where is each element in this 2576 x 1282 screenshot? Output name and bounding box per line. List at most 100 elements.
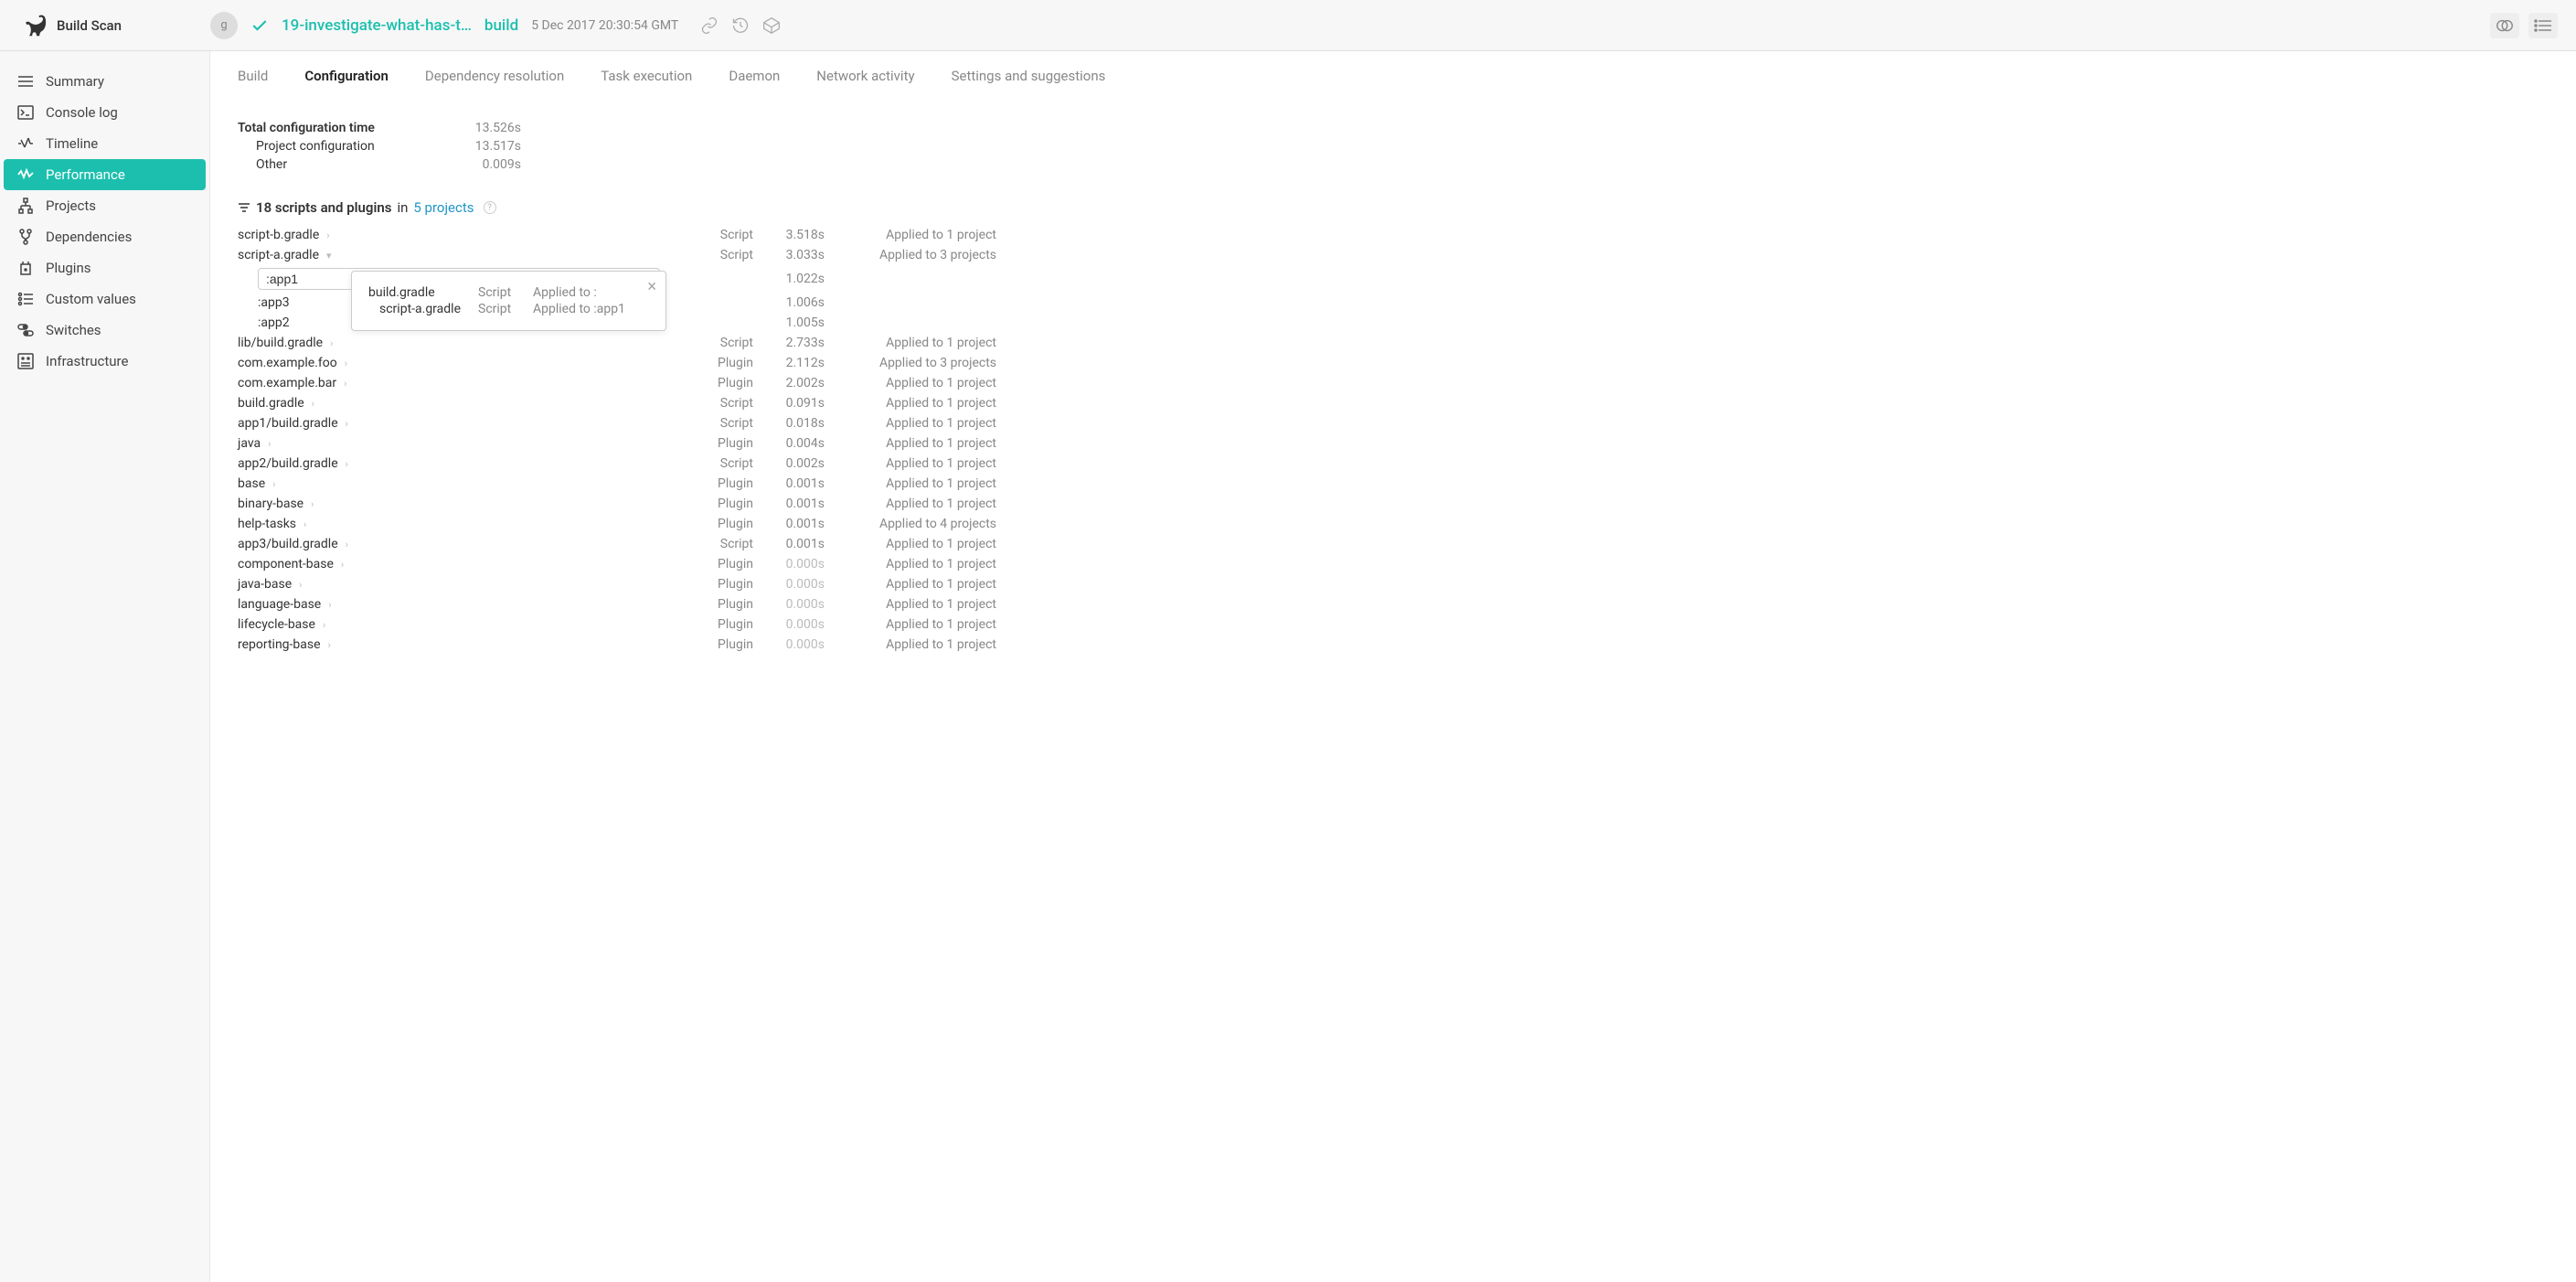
tab-configuration[interactable]: Configuration [304,68,389,84]
row-type: Plugin [698,497,753,511]
row-time: 1.006s [761,295,825,310]
table-row[interactable]: build.gradle›Script0.091sApplied to 1 pr… [238,393,996,413]
sidebar-item-label: Summary [46,73,104,90]
sidebar-item-plugins[interactable]: Plugins [4,252,206,283]
scan-date: 5 Dec 2017 20:30:54 GMT [531,18,678,33]
sidebar-item-switches[interactable]: Switches [4,315,206,346]
check-icon [250,16,269,35]
table-row[interactable]: java›Plugin0.004sApplied to 1 project [238,433,996,454]
compare-button[interactable] [2490,13,2519,38]
table-row[interactable]: lifecycle-base›Plugin0.000sApplied to 1 … [238,614,996,635]
projects-link[interactable]: 5 projects [413,199,474,216]
sidebar-item-label: Dependencies [46,229,132,245]
table-row[interactable]: lib/build.gradle›Script2.733sApplied to … [238,333,996,353]
row-name: reporting-base› [238,637,691,652]
scan-title[interactable]: 19-investigate-what-has-t… [282,16,472,35]
row-time: 0.000s [761,557,825,572]
table-row[interactable]: com.example.foo›Plugin2.112sApplied to 3… [238,353,996,373]
main: Build Configuration Dependency resolution T… [210,51,2576,1282]
tab-settings-and-suggestions[interactable]: Settings and suggestions [952,68,1106,84]
sidebar-icon [16,134,35,153]
sidebar-item-summary[interactable]: Summary [4,66,206,97]
row-time: 0.000s [761,637,825,652]
tab-network-activity[interactable]: Network activity [816,68,914,84]
scan-build-label[interactable]: build [484,16,518,35]
row-name: java-base› [238,577,691,592]
table-row[interactable]: com.example.bar›Plugin2.002sApplied to 1… [238,373,996,393]
history-icon[interactable] [731,16,750,35]
top-right-buttons [2490,13,2558,38]
row-type: Plugin [698,376,753,390]
row-time: 3.033s [761,248,825,262]
tab-task-execution[interactable]: Task execution [601,68,692,84]
table-row[interactable]: reporting-base›Plugin0.000sApplied to 1 … [238,635,996,655]
chevron-right-icon: › [323,619,325,631]
row-type: Script [698,336,753,350]
chevron-right-icon: › [328,599,331,611]
row-time: 0.000s [761,597,825,612]
row-name: app3/build.gradle› [238,537,691,551]
popover-name: build.gradle [368,285,478,300]
layout: SummaryConsole logTimelinePerformancePro… [0,51,2576,1282]
table-row[interactable]: script-a.gradle▾Script3.033sApplied to 3… [238,245,996,265]
row-name: help-tasks› [238,517,691,531]
row-name: com.example.foo› [238,356,691,370]
row-applied: Applied to 1 project [832,617,996,632]
help-icon[interactable]: ? [484,201,496,214]
table-row[interactable]: help-tasks›Plugin0.001sApplied to 4 proj… [238,514,996,534]
title-area: g 19-investigate-what-has-t… build 5 Dec… [210,12,2490,39]
metric-project: Project configuration 13.517s [238,137,521,155]
cube-icon[interactable] [762,16,781,35]
table-row[interactable]: base›Plugin0.001sApplied to 1 project [238,474,996,494]
row-applied: Applied to 1 project [832,597,996,612]
sidebar-item-performance[interactable]: Performance [4,159,206,190]
sidebar-item-infrastructure[interactable]: Infrastructure [4,346,206,377]
popover-row: script-a.gradleScriptApplied to :app1 [368,301,649,317]
row-time: 0.000s [761,617,825,632]
tab-build[interactable]: Build [238,68,268,84]
popover-type: Script [478,302,533,316]
sidebar-icon [16,197,35,215]
sidebar-item-console-log[interactable]: Console log [4,97,206,128]
list-button[interactable] [2528,13,2558,38]
row-applied: Applied to 1 project [832,228,996,242]
close-icon[interactable]: × [647,277,656,296]
table-row[interactable]: component-base›Plugin0.000sApplied to 1 … [238,554,996,574]
sidebar-item-dependencies[interactable]: Dependencies [4,221,206,252]
row-type: Script [698,456,753,471]
table-row[interactable]: script-b.gradle›Script3.518sApplied to 1… [238,225,996,245]
sort-icon[interactable] [238,201,250,214]
chevron-right-icon: › [303,518,306,530]
row-time: 0.002s [761,456,825,471]
table-row[interactable]: app3/build.gradle›Script0.001sApplied to… [238,534,996,554]
sidebar-item-projects[interactable]: Projects [4,190,206,221]
sidebar-icon [16,290,35,308]
sidebar-item-timeline[interactable]: Timeline [4,128,206,159]
row-applied: Applied to 1 project [832,537,996,551]
row-applied: Applied to 1 project [832,637,996,652]
tab-dependency-resolution[interactable]: Dependency resolution [425,68,564,84]
tab-daemon[interactable]: Daemon [729,68,780,84]
popover-type: Script [478,285,533,300]
sidebar-item-custom-values[interactable]: Custom values [4,283,206,315]
table-row[interactable]: java-base›Plugin0.000sApplied to 1 proje… [238,574,996,594]
popover-row: build.gradleScriptApplied to : [368,284,649,301]
table-row[interactable]: app2/build.gradle›Script0.002sApplied to… [238,454,996,474]
avatar[interactable]: g [210,12,238,39]
row-applied: Applied to 3 projects [832,248,996,262]
config-metrics: Total configuration time 13.526s Project… [238,119,521,174]
section-header: 18 scripts and plugins in 5 projects ? [238,199,2549,216]
sidebar-icon [16,321,35,339]
link-icon[interactable] [700,16,719,35]
chevron-right-icon: › [346,418,348,430]
chevron-down-icon: ▾ [326,250,332,262]
table-row[interactable]: language-base›Plugin0.000sApplied to 1 p… [238,594,996,614]
table-row[interactable]: binary-base›Plugin0.001sApplied to 1 pro… [238,494,996,514]
chevron-right-icon: › [272,478,275,490]
row-time: 0.001s [761,476,825,491]
metric-project-label: Project configuration [238,139,375,154]
table-row[interactable]: app1/build.gradle›Script0.018sApplied to… [238,413,996,433]
popover-name: script-a.gradle [368,302,478,316]
row-type: Plugin [698,476,753,491]
sidebar-item-label: Infrastructure [46,353,128,369]
